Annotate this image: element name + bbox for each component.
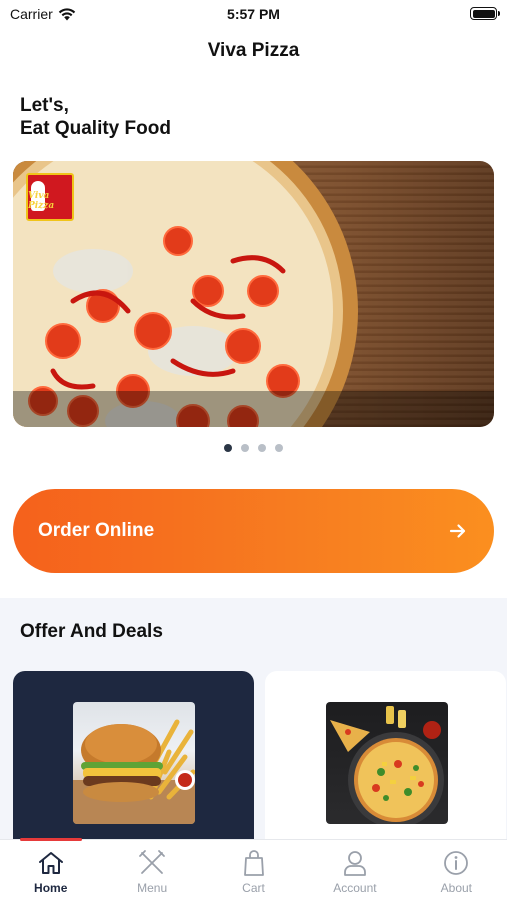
- tab-account-label: Account: [333, 881, 377, 895]
- fork-knife-icon: [139, 850, 166, 874]
- tab-cart[interactable]: Cart: [203, 840, 304, 900]
- user-icon: [344, 851, 366, 876]
- status-bar: Carrier 5:57 PM: [0, 0, 507, 28]
- active-tab-indicator: [20, 838, 82, 841]
- burger-image: [73, 702, 195, 824]
- order-online-button[interactable]: Order Online: [13, 489, 494, 573]
- home-icon: [38, 852, 63, 874]
- greeting-line-1: Let's,: [20, 95, 69, 116]
- tab-about-label: About: [440, 881, 472, 895]
- carousel-dot-2[interactable]: [241, 444, 249, 452]
- carousel-page-indicator[interactable]: [0, 444, 507, 452]
- logo-text: Viva Pizza: [28, 191, 55, 211]
- battery-icon: [470, 7, 500, 20]
- tab-bar: Home Menu Cart Account About: [0, 838, 507, 900]
- pizza-platter-image: [326, 702, 448, 824]
- tab-home-label: Home: [34, 881, 68, 895]
- nav-title: Viva Pizza: [207, 40, 300, 61]
- carousel-dot-1[interactable]: [224, 444, 232, 452]
- order-online-label: Order Online: [38, 520, 155, 541]
- banner-overlay: [13, 391, 494, 427]
- tab-about[interactable]: About: [406, 840, 507, 900]
- tab-menu-label: Menu: [137, 881, 168, 895]
- viva-pizza-logo: Viva Pizza: [26, 173, 74, 221]
- greeting-line-2: Eat Quality Food: [20, 118, 171, 139]
- carousel-dot-4[interactable]: [275, 444, 283, 452]
- offers-title: Offer And Deals: [20, 621, 163, 642]
- tab-home[interactable]: Home: [0, 840, 101, 900]
- tab-menu[interactable]: Menu: [101, 840, 202, 900]
- info-icon: [444, 851, 469, 875]
- bag-icon: [243, 850, 264, 876]
- tab-account[interactable]: Account: [304, 840, 405, 900]
- arrow-right-icon: [449, 524, 466, 538]
- promo-banner[interactable]: Viva Pizza: [13, 161, 494, 427]
- status-time: 5:57 PM: [227, 6, 280, 22]
- greeting-heading: Let's, Eat Quality Food: [20, 94, 171, 140]
- carousel-dot-3[interactable]: [258, 444, 266, 452]
- tab-cart-label: Cart: [242, 881, 265, 895]
